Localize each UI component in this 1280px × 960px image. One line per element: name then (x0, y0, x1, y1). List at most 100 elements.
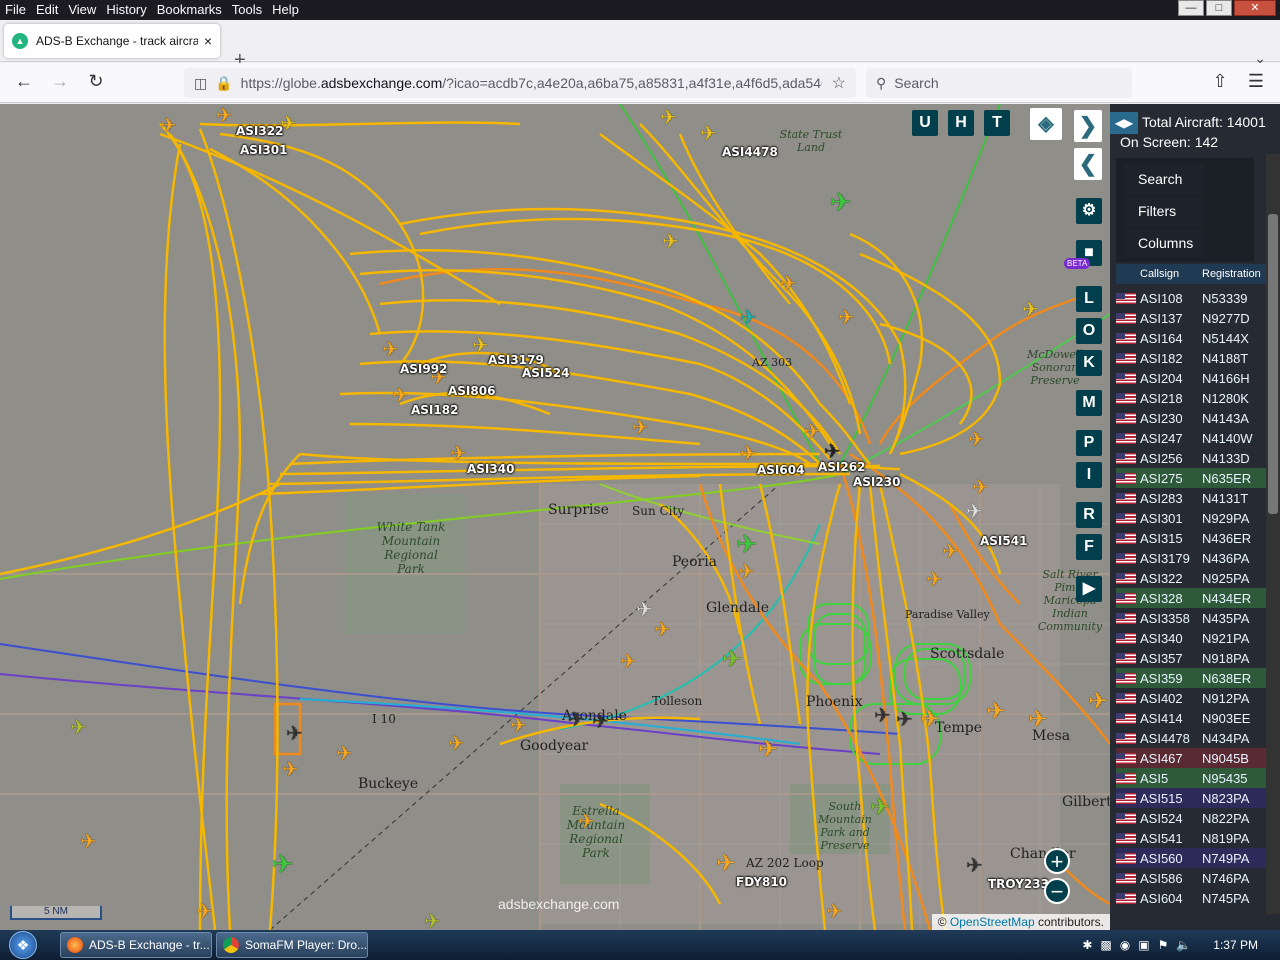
extensions-icon[interactable]: ⇧ (1208, 71, 1232, 92)
aircraft-icon[interactable]: ✈ (920, 708, 940, 732)
aircraft-row[interactable]: ASI359 N638ER (1116, 668, 1266, 688)
settings-gear-icon[interactable]: ⚙ (1076, 198, 1102, 224)
start-button[interactable]: ❖ (0, 930, 46, 960)
aircraft-label[interactable]: ASI541 (980, 534, 1027, 548)
aircraft-row[interactable]: ASI204 N4166H (1116, 368, 1266, 388)
close-window-button[interactable]: ✕ (1234, 0, 1276, 16)
aircraft-row[interactable]: ASI414 N903EE (1116, 708, 1266, 728)
aircraft-icon[interactable]: ✈ (450, 444, 467, 464)
tracking-shield-icon[interactable]: ◫ (194, 75, 207, 92)
aircraft-row[interactable]: ASI357 N918PA (1116, 648, 1266, 668)
hamburger-menu-icon[interactable]: ☰ (1244, 71, 1268, 92)
zoom-out-icon[interactable]: − (1044, 878, 1070, 904)
aircraft-label[interactable]: ASI992 (400, 362, 447, 376)
aircraft-row[interactable]: ASI108 N53339 (1116, 288, 1266, 308)
clock[interactable]: 1:37 PM (1213, 938, 1258, 952)
map-button-f[interactable]: F (1076, 534, 1102, 560)
aircraft-icon[interactable]: ✈ (80, 832, 97, 852)
map-button-o[interactable]: O (1076, 318, 1102, 344)
aircraft-label[interactable]: FDY810 (736, 875, 787, 889)
aircraft-label[interactable]: ASI806 (448, 384, 495, 398)
menu-edit[interactable]: Edit (31, 0, 63, 20)
aircraft-icon[interactable]: ✈ (660, 108, 677, 128)
aircraft-label[interactable]: ASI604 (757, 463, 804, 477)
aircraft-icon[interactable]: ✈ (824, 442, 841, 462)
aircraft-icon[interactable]: ✈ (716, 852, 736, 876)
filters-button[interactable]: Filters (1124, 196, 1204, 226)
aircraft-icon[interactable]: ✈ (968, 430, 985, 450)
network-icon[interactable]: ▩ (1100, 938, 1111, 952)
aircraft-label[interactable]: ASI230 (853, 475, 900, 489)
osm-link[interactable]: OpenStreetMap (950, 915, 1035, 929)
aircraft-label[interactable]: ASI322 (236, 124, 283, 138)
aircraft-icon[interactable]: ✈ (568, 710, 585, 730)
aircraft-label[interactable]: ASI301 (240, 143, 287, 157)
aircraft-label[interactable]: ASI262 (818, 460, 865, 474)
lock-icon[interactable]: 🔒 (215, 75, 232, 92)
map-button-r[interactable]: R (1076, 502, 1102, 528)
column-registration[interactable]: Registration (1202, 264, 1266, 284)
aircraft-row[interactable]: ASI3358 N435PA (1116, 608, 1266, 628)
aircraft-row[interactable]: ASI515 N823PA (1116, 788, 1266, 808)
menu-bookmarks[interactable]: Bookmarks (152, 0, 227, 20)
aircraft-icon[interactable]: ✈ (826, 902, 843, 922)
aircraft-icon[interactable]: ✈ (1088, 690, 1108, 714)
aircraft-row[interactable]: ASI322 N925PA (1116, 568, 1266, 588)
aircraft-row[interactable]: ASI315 N436ER (1116, 528, 1266, 548)
aircraft-icon[interactable]: ✈ (740, 444, 757, 464)
aircraft-icon[interactable]: ✈ (592, 712, 609, 732)
aircraft-icon[interactable]: ✈ (972, 478, 989, 498)
aircraft-row[interactable]: ASI5 N95435 (1116, 768, 1266, 788)
aircraft-label[interactable]: ASI524 (522, 366, 569, 380)
url-bar[interactable]: ◫ 🔒 https://globe.adsbexchange.com/?icao… (184, 68, 856, 98)
aircraft-row[interactable]: ASI218 N1280K (1116, 388, 1266, 408)
menu-tools[interactable]: Tools (227, 0, 267, 20)
aircraft-row[interactable]: ASI4478 N434PA (1116, 728, 1266, 748)
aircraft-icon[interactable]: ✈ (838, 308, 855, 328)
aircraft-row[interactable]: ASI283 N4131T (1116, 488, 1266, 508)
flag-icon[interactable]: ⚑ (1158, 938, 1169, 952)
taskbar-chrome[interactable]: SomaFM Player: Dro... (216, 932, 368, 958)
panel-scrollbar[interactable] (1266, 154, 1280, 914)
search-bar[interactable]: ⚲ Search (866, 68, 1132, 98)
map-button-l[interactable]: L (1076, 286, 1102, 312)
menu-view[interactable]: View (63, 0, 101, 20)
map-view[interactable]: Surprise Sun City Peoria Glendale Tolles… (0, 104, 1110, 930)
replay-icon[interactable]: ▶ (1076, 576, 1102, 602)
aircraft-icon[interactable]: ✈ (738, 562, 755, 582)
aircraft-icon[interactable]: ✈ (758, 738, 778, 762)
aircraft-icon[interactable]: ✈ (70, 718, 87, 738)
aircraft-icon[interactable]: ✈ (336, 744, 353, 764)
bookmark-star-icon[interactable]: ☆ (832, 73, 846, 93)
aircraft-icon[interactable]: ✈ (926, 570, 943, 590)
aircraft-row[interactable]: ASI340 N921PA (1116, 628, 1266, 648)
map-button-k[interactable]: K (1076, 350, 1102, 376)
aircraft-icon[interactable]: ✈ (870, 796, 890, 820)
volume-icon[interactable]: 🔈 (1176, 938, 1191, 952)
aircraft-row[interactable]: ASI3179 N436PA (1116, 548, 1266, 568)
aircraft-icon[interactable]: ✈ (382, 340, 399, 360)
aircraft-icon[interactable]: ✈ (424, 912, 441, 930)
aircraft-row[interactable]: ASI275 N635ER (1116, 468, 1266, 488)
antivirus-icon[interactable]: ◉ (1120, 938, 1130, 952)
aircraft-row[interactable]: ASI247 N4140W (1116, 428, 1266, 448)
aircraft-row[interactable]: ASI541 N819PA (1116, 828, 1266, 848)
aircraft-icon[interactable]: ✈ (896, 710, 913, 730)
aircraft-icon[interactable]: ✈ (448, 734, 465, 754)
map-button-h[interactable]: H (948, 110, 974, 136)
bluetooth-icon[interactable]: ✱ (1082, 938, 1092, 952)
search-button[interactable]: Search (1124, 164, 1204, 194)
aircraft-icon[interactable]: ✈ (620, 652, 637, 672)
aircraft-row[interactable]: ASI586 N746PA (1116, 868, 1266, 888)
column-callsign[interactable]: Callsign (1140, 264, 1202, 284)
reload-icon[interactable]: ↻ (84, 71, 108, 92)
map-button-t[interactable]: T (984, 110, 1010, 136)
aircraft-icon[interactable]: ✈ (632, 418, 649, 438)
aircraft-row[interactable]: ASI524 N822PA (1116, 808, 1266, 828)
aircraft-icon[interactable]: ✈ (578, 812, 595, 832)
map-button-i[interactable]: I (1076, 462, 1102, 488)
aircraft-label[interactable]: TROY233 (988, 877, 1049, 891)
aircraft-row[interactable]: ASI256 N4133D (1116, 448, 1266, 468)
aircraft-row[interactable]: ASI402 N912PA (1116, 688, 1266, 708)
aircraft-row[interactable]: ASI301 N929PA (1116, 508, 1266, 528)
